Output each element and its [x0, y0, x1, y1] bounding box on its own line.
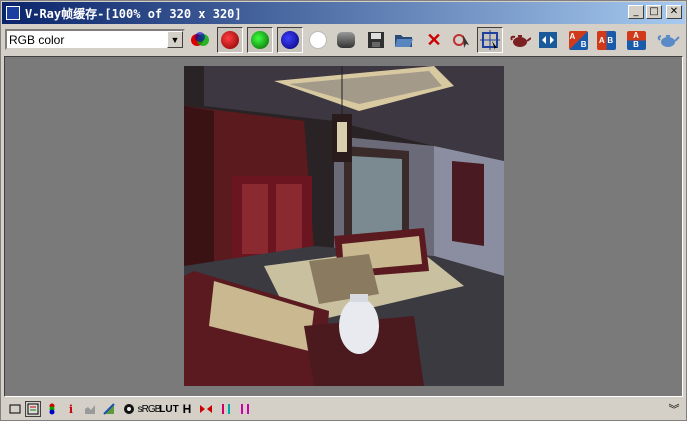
region-render-button[interactable]: [477, 27, 503, 53]
status-toolbar: i sRGB LUT H ︾: [2, 398, 685, 420]
pixel-aspect-button[interactable]: [219, 401, 233, 417]
stereo-button[interactable]: [199, 401, 213, 417]
curve-icon: [103, 403, 115, 415]
srgb-button[interactable]: sRGB: [137, 401, 162, 417]
swap-ab-vertical-button[interactable]: AB: [623, 27, 649, 53]
red-channel-button[interactable]: [217, 27, 243, 53]
teapot-render-icon: [657, 35, 680, 47]
vray-app-icon: [6, 6, 20, 20]
alpha-channel-icon: [309, 31, 327, 49]
layers-icon: [49, 403, 55, 415]
lut-label: LUT: [159, 403, 179, 415]
blue-channel-button[interactable]: [277, 27, 303, 53]
maximize-button[interactable]: □: [646, 5, 662, 19]
swap-ab-icon: AB: [596, 30, 616, 50]
vray-frame-buffer-window: V-Ray帧缓存-[100% of 320 x 320] _ □ ✕ RGB c…: [0, 0, 687, 421]
chevron-down-icon[interactable]: ▼: [167, 31, 183, 48]
exposure-icon: [124, 404, 134, 414]
compare-ab-icon: [539, 32, 557, 48]
minimize-button[interactable]: _: [628, 5, 644, 19]
blue-channel-icon: [281, 31, 299, 49]
monochrome-button[interactable]: [333, 27, 359, 53]
swap-ab-button[interactable]: AB: [593, 27, 619, 53]
rgb-channels-button[interactable]: [187, 27, 213, 53]
title-bar[interactable]: V-Ray帧缓存-[100% of 320 x 320] _ □ ✕: [2, 2, 685, 24]
display-icon: [9, 404, 21, 414]
channel-select-value: RGB color: [9, 32, 65, 47]
display-button[interactable]: [8, 401, 22, 417]
histogram-button[interactable]: H: [181, 401, 193, 417]
render-last-icon: [510, 35, 531, 47]
levels-icon: [85, 405, 95, 414]
rendered-image: [184, 66, 504, 386]
close-button[interactable]: ✕: [666, 5, 682, 19]
save-icon: [368, 32, 384, 48]
layers-button[interactable]: [45, 401, 59, 417]
track-mouse-icon: [453, 34, 469, 48]
exposure-button[interactable]: [122, 401, 136, 417]
srgb-label: sRGB: [137, 403, 162, 415]
levels-button[interactable]: [83, 401, 97, 417]
ocio-button[interactable]: [238, 401, 252, 417]
render-last-button[interactable]: [507, 27, 533, 53]
region-render-icon: [480, 30, 500, 50]
pixel-aspect-icon: [222, 404, 230, 414]
histogram-label: H: [182, 402, 192, 416]
swap-ab-vertical-icon: AB: [626, 30, 646, 50]
monochrome-icon: [337, 32, 355, 48]
rgb-channels-icon: [191, 32, 209, 46]
save-button[interactable]: [363, 27, 389, 53]
open-icon: [395, 35, 413, 47]
expand-button[interactable]: ︾: [667, 401, 681, 417]
channel-select[interactable]: RGB color ▼: [5, 29, 185, 50]
red-channel-icon: [221, 31, 239, 49]
green-channel-icon: [251, 31, 269, 49]
history-button[interactable]: [25, 401, 41, 417]
chevron-double-down-icon: ︾: [668, 403, 680, 416]
toolbar: RGB color ▼ ✕ A B A B A B: [2, 24, 685, 54]
alpha-channel-button[interactable]: [305, 27, 331, 53]
ocio-icon: [241, 404, 249, 414]
info-icon: i: [68, 402, 74, 416]
info-button[interactable]: i: [66, 401, 76, 417]
open-button[interactable]: [391, 27, 417, 53]
track-mouse-button[interactable]: [449, 27, 475, 53]
swap-ab-horizontal-button[interactable]: AB: [565, 27, 591, 53]
curve-button[interactable]: [102, 401, 116, 417]
window-title: V-Ray帧缓存-[100% of 320 x 320]: [25, 6, 242, 21]
compare-ab-button[interactable]: [535, 27, 561, 53]
render-viewport[interactable]: [4, 56, 683, 397]
swap-ab-horizontal-icon: AB: [568, 30, 588, 50]
green-channel-button[interactable]: [247, 27, 273, 53]
teapot-render-button[interactable]: [655, 27, 681, 53]
history-icon: [27, 403, 39, 415]
stereo-icon: [200, 405, 212, 413]
clear-button[interactable]: ✕: [421, 27, 447, 53]
lut-button[interactable]: LUT: [159, 401, 179, 417]
clear-icon: ✕: [426, 29, 442, 50]
